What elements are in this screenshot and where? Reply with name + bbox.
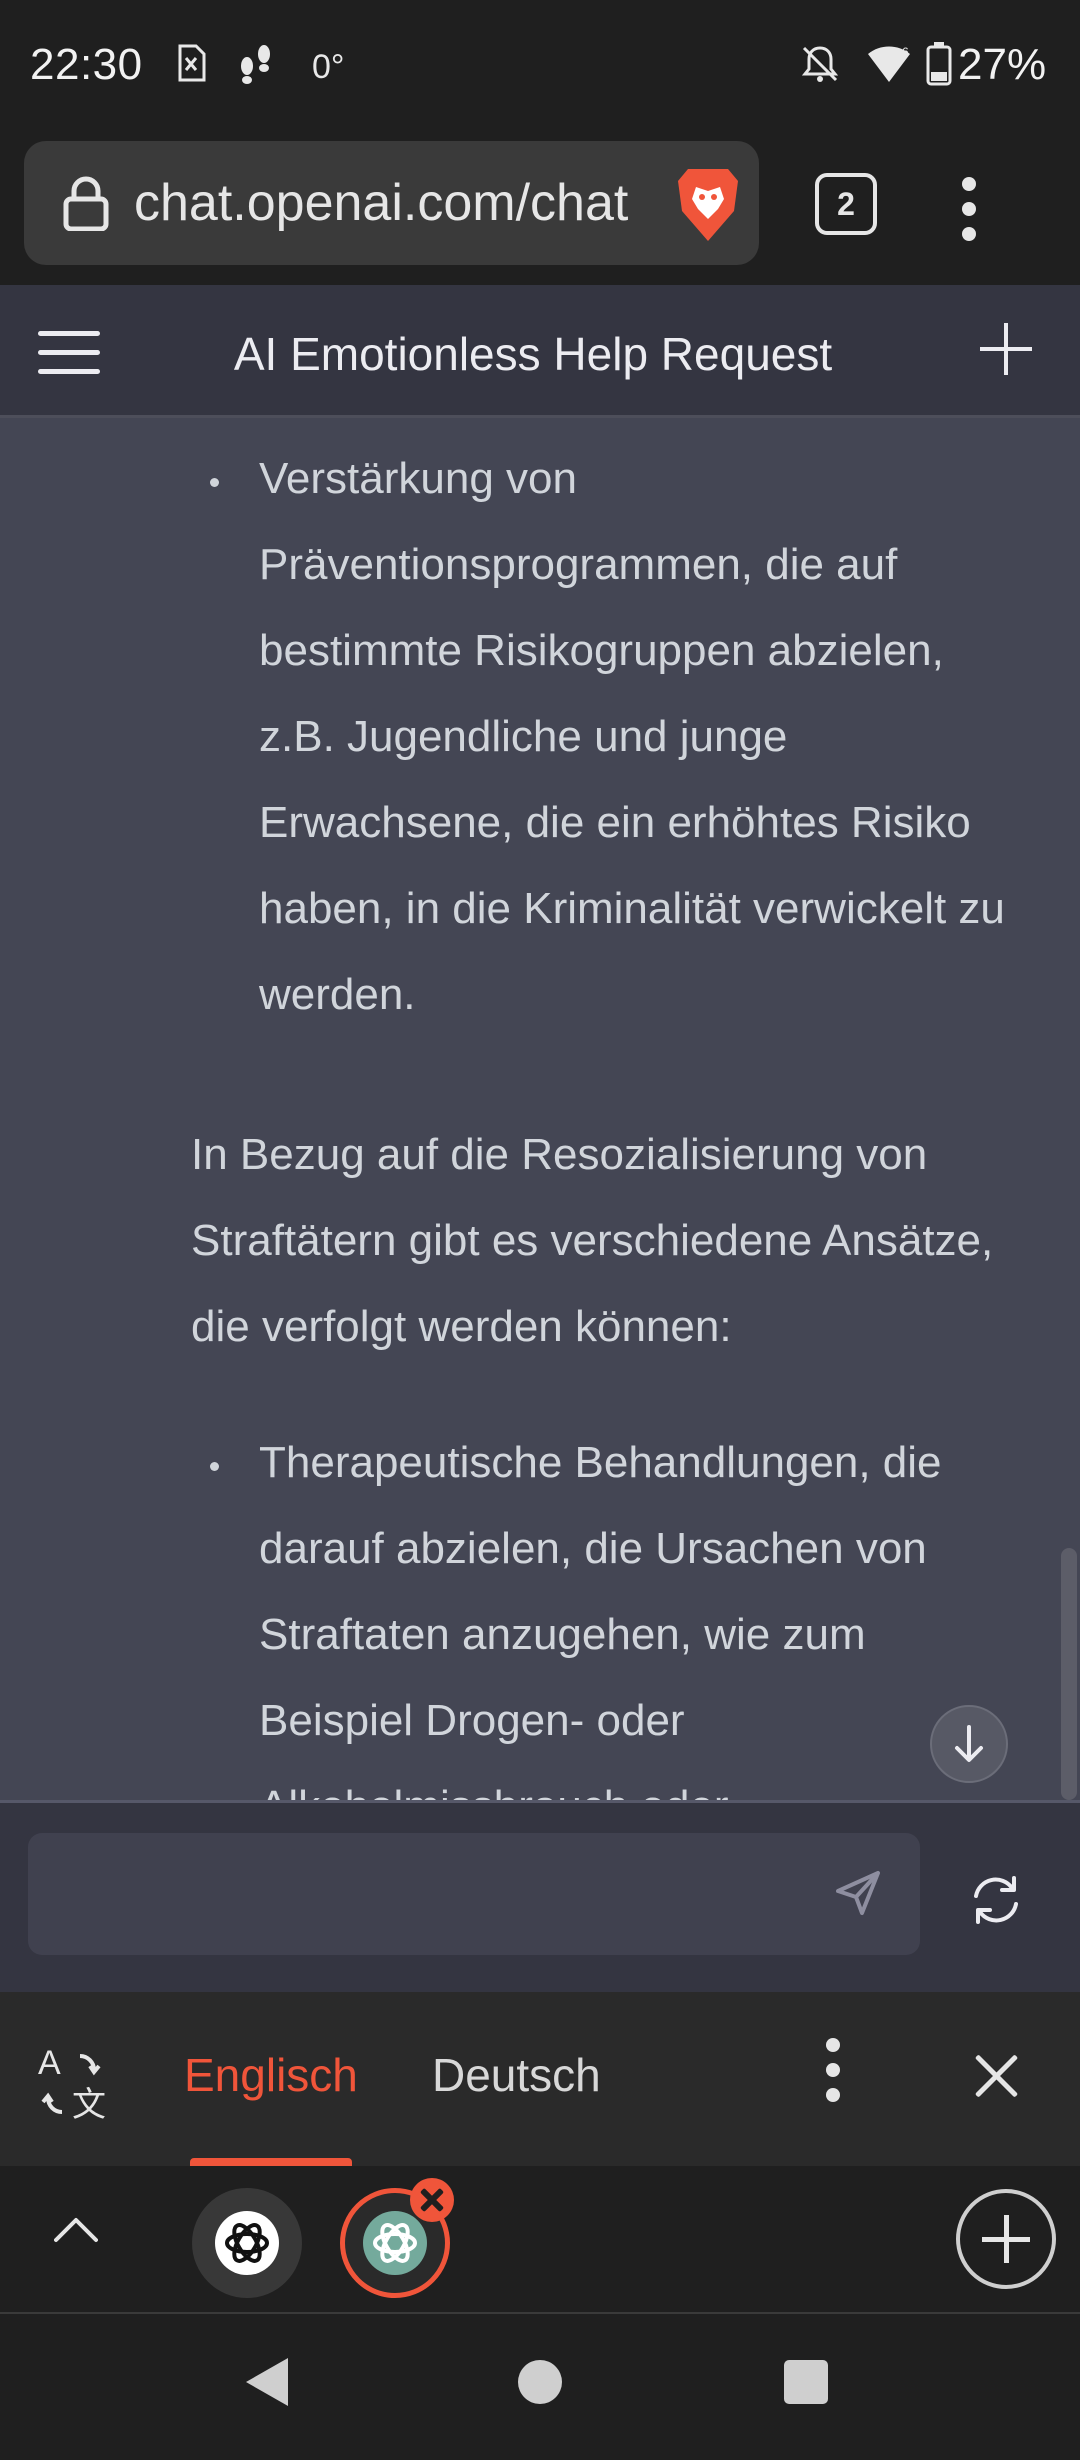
menu-icon[interactable] bbox=[38, 331, 100, 388]
chevron-up-icon[interactable] bbox=[54, 2216, 98, 2256]
system-nav-bar bbox=[0, 2314, 1080, 2460]
status-time: 22:30 bbox=[30, 40, 143, 89]
status-bar: 22:30 0° 6 27% bbox=[0, 0, 1080, 135]
scroll-to-bottom-button[interactable] bbox=[930, 1705, 1008, 1783]
notifications-off-icon bbox=[800, 44, 840, 89]
tab-strip bbox=[0, 2166, 1080, 2314]
list-item-text: Verstärkung von Präventionsprogrammen, d… bbox=[259, 454, 1005, 1019]
wifi-icon: 6 bbox=[866, 44, 912, 89]
close-icon[interactable] bbox=[974, 2054, 1018, 2098]
brave-shields-icon[interactable] bbox=[674, 165, 742, 248]
list-item-text: Therapeutische Behandlungen, die darauf … bbox=[259, 1438, 942, 1800]
svg-text:文: 文 bbox=[72, 2085, 106, 2122]
battery-icon bbox=[926, 42, 952, 91]
openai-logo-icon bbox=[363, 2211, 427, 2275]
conversation-area[interactable]: Verstärkung von Präventionsprogrammen, d… bbox=[0, 418, 1080, 1800]
response-paragraph: In Bezug auf die Resozialisierung von St… bbox=[191, 1130, 994, 1351]
recents-icon[interactable] bbox=[784, 2360, 828, 2404]
list-item: Verstärkung von Präventionsprogrammen, d… bbox=[190, 436, 1010, 1038]
svg-text:A: A bbox=[38, 2044, 61, 2082]
chat-title: AI Emotionless Help Request bbox=[233, 328, 833, 380]
composer bbox=[0, 1800, 1080, 1992]
back-icon[interactable] bbox=[246, 2358, 288, 2406]
arrow-down-icon bbox=[955, 1725, 983, 1762]
tab-target-language[interactable]: Deutsch bbox=[432, 2048, 601, 2102]
openai-logo-icon bbox=[215, 2211, 279, 2275]
chat-header: AI Emotionless Help Request bbox=[0, 285, 1080, 418]
svg-text:6: 6 bbox=[902, 45, 909, 59]
status-temperature: 0° bbox=[312, 48, 345, 86]
lock-icon[interactable] bbox=[62, 175, 110, 236]
active-tab-indicator bbox=[190, 2158, 352, 2166]
tab-thumbnail[interactable] bbox=[192, 2188, 302, 2298]
browser-toolbar: chat.openai.com/chat 2 bbox=[0, 135, 1080, 285]
tab-source-language[interactable]: Englisch bbox=[184, 2048, 358, 2102]
tab-switcher-button[interactable]: 2 bbox=[815, 173, 877, 235]
bullet-dot bbox=[210, 478, 219, 487]
translate-bar: A文 Englisch Deutsch bbox=[0, 1992, 1080, 2166]
close-tab-icon[interactable] bbox=[410, 2178, 454, 2222]
footsteps-icon bbox=[236, 44, 276, 91]
browser-menu-button[interactable] bbox=[962, 177, 978, 252]
send-icon[interactable] bbox=[832, 1867, 884, 1924]
message-input[interactable] bbox=[28, 1833, 920, 1955]
response-bullets-bottom: Therapeutische Behandlungen, die darauf … bbox=[190, 1420, 1010, 1800]
scrollbar[interactable] bbox=[1061, 1548, 1077, 1800]
translate-icon[interactable]: A文 bbox=[36, 2042, 114, 2127]
new-tab-button[interactable] bbox=[956, 2189, 1056, 2289]
translate-options-button[interactable] bbox=[826, 2038, 842, 2113]
new-chat-icon[interactable] bbox=[980, 323, 1032, 375]
response-bullets-top: Verstärkung von Präventionsprogrammen, d… bbox=[190, 436, 1010, 1038]
list-item: Therapeutische Behandlungen, die darauf … bbox=[190, 1420, 1010, 1800]
battery-percentage: 27% bbox=[958, 40, 1047, 89]
sim-card-icon bbox=[176, 44, 206, 87]
url-text[interactable]: chat.openai.com/chat bbox=[134, 173, 648, 233]
regenerate-icon[interactable] bbox=[968, 1874, 1024, 1931]
home-icon[interactable] bbox=[518, 2360, 562, 2404]
address-bar[interactable]: chat.openai.com/chat bbox=[24, 141, 759, 265]
bullet-dot bbox=[210, 1462, 219, 1471]
